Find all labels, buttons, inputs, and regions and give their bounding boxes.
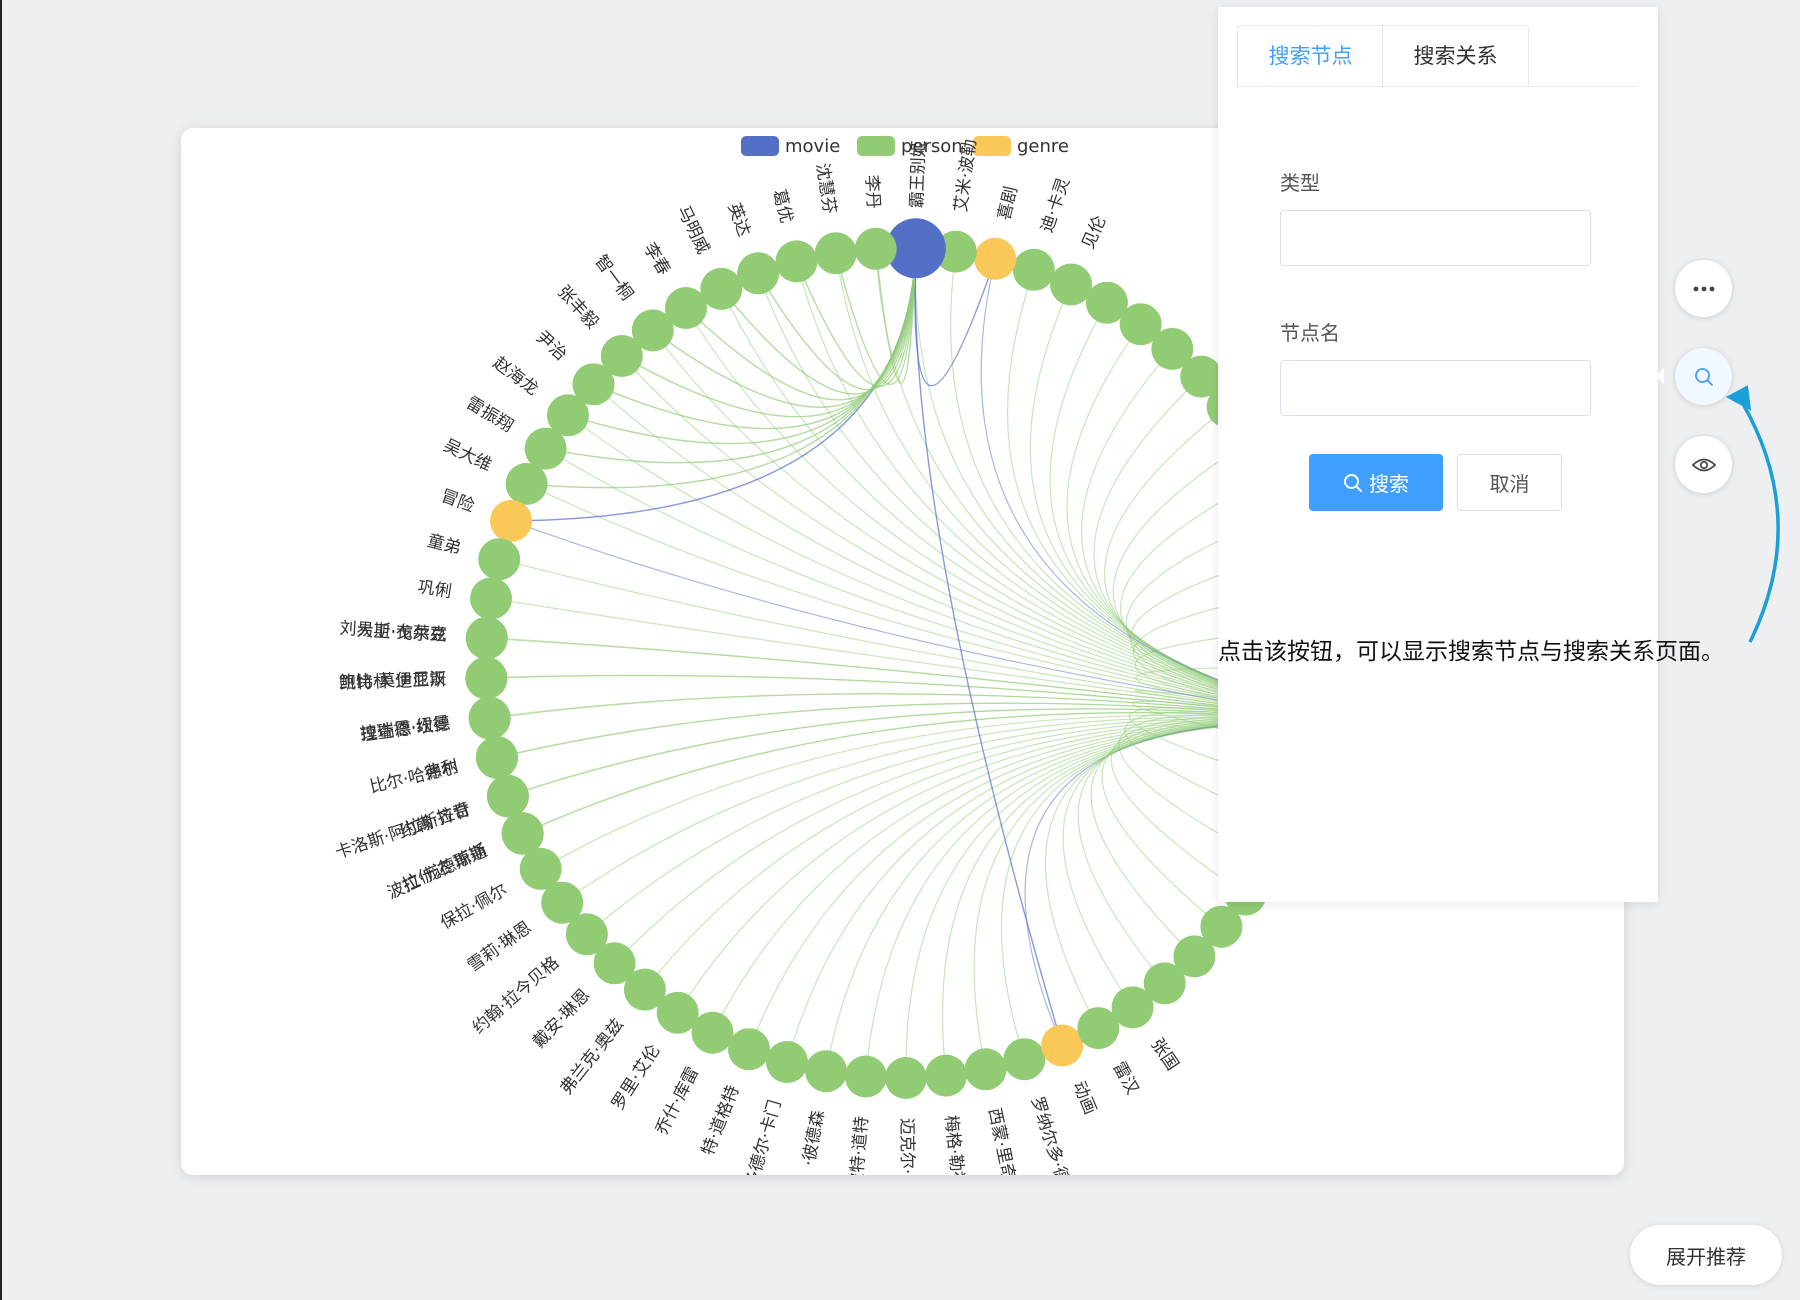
graph-node-label: 西蒙·里奇 xyxy=(984,1106,1019,1175)
graph-node-label: 大卫·戈尔兹 xyxy=(356,621,447,646)
graph-node[interactable] xyxy=(470,577,512,620)
graph-node-label: 乔什·库雷 xyxy=(652,1064,703,1138)
graph-node-label: 雪莉·琳恩 xyxy=(464,918,535,977)
graph-node[interactable] xyxy=(1012,248,1055,291)
graph-node-label: 约翰·齐甘 xyxy=(397,800,473,843)
graph-node-label: 迈克尔·阿恩 xyxy=(896,1118,917,1175)
annotation-arrow xyxy=(1725,385,1780,643)
graph-node-label: 张国 xyxy=(1147,1035,1183,1074)
graph-node-label: 喜剧 xyxy=(995,185,1022,223)
tab-search-node[interactable]: 搜索节点 xyxy=(1237,25,1384,86)
graph-node-label: 马明威 xyxy=(673,203,713,258)
graph-node-label: 李丹 xyxy=(861,174,883,209)
type-label: 类型 xyxy=(1280,171,1320,195)
graph-node-label: 巩俐 xyxy=(416,577,453,602)
graph-node[interactable] xyxy=(476,736,518,779)
graph-node-label: 多德尔·卡门 xyxy=(742,1098,786,1175)
graph-node[interactable] xyxy=(844,1055,887,1098)
window-edge xyxy=(0,0,2,1300)
node-name-input[interactable] xyxy=(1280,360,1591,416)
search-panel: 搜索节点 搜索关系 类型 节点名 搜索 取消 xyxy=(1218,7,1658,902)
graph-node-label: 霸王别姬 xyxy=(907,140,929,209)
legend-swatch[interactable] xyxy=(741,136,779,156)
graph-node-label: 罗里·艾伦 xyxy=(608,1041,664,1114)
graph-node-label: 戴安·琳恩 xyxy=(529,985,594,1052)
panel-pointer xyxy=(1655,368,1664,384)
search-button[interactable]: 搜索 xyxy=(1309,454,1443,511)
graph-node[interactable] xyxy=(501,812,544,855)
graph-node[interactable] xyxy=(465,617,508,660)
graph-node[interactable] xyxy=(524,427,567,470)
graph-node-label: 葛优 xyxy=(768,187,796,225)
graph-node-label: 冒险 xyxy=(438,486,477,516)
ellipsis-icon xyxy=(1693,286,1714,291)
graph-node-label: ·彼德森 xyxy=(799,1109,829,1168)
graph-node[interactable] xyxy=(1050,263,1093,306)
graph-node[interactable] xyxy=(974,237,1017,280)
graph-node-label: 雷振翔 xyxy=(463,393,517,436)
graph-node-label: 保拉·佩尔 xyxy=(437,880,511,934)
expand-recommend-button[interactable]: 展开推荐 xyxy=(1630,1225,1782,1285)
graph-node[interactable] xyxy=(775,240,818,283)
legend-swatch[interactable] xyxy=(857,136,895,156)
graph-node-label: 彼特·道特 xyxy=(846,1116,872,1175)
graph-node[interactable] xyxy=(478,538,521,581)
graph-node-label: 梅格·勒福夫 xyxy=(940,1114,970,1175)
graph-node-label: 张丰毅 xyxy=(553,282,602,333)
graph-node[interactable] xyxy=(737,252,780,295)
chart-legend[interactable]: movie person genre xyxy=(741,136,1069,157)
graph-node[interactable] xyxy=(1003,1038,1046,1081)
graph-node-label: 罗纳尔多·德尔·卡 xyxy=(1027,1094,1085,1175)
graph-node[interactable] xyxy=(884,1057,927,1099)
graph-node-label: 比尔·哈德尔 xyxy=(368,757,461,797)
legend-label: genre xyxy=(1017,136,1069,157)
graph-node-label: 见伦 xyxy=(1078,213,1110,252)
graph-node-label: 雷汉 xyxy=(1109,1059,1143,1098)
graph-node[interactable] xyxy=(490,499,533,542)
graph-node[interactable] xyxy=(1085,281,1128,324)
graph-node-label: 沈慧芬 xyxy=(812,162,840,216)
graph-node-label: 李春 xyxy=(639,240,674,279)
graph-node[interactable] xyxy=(854,227,897,270)
graph-node-label: 迪·卡灵 xyxy=(1037,175,1074,235)
node-name-label: 节点名 xyxy=(1280,321,1340,345)
graph-node-label: 英达 xyxy=(723,200,753,239)
graph-node[interactable] xyxy=(964,1048,1007,1091)
cancel-button[interactable]: 取消 xyxy=(1457,454,1562,511)
graph-node[interactable] xyxy=(766,1041,808,1083)
graph-node[interactable] xyxy=(805,1050,848,1093)
graph-link xyxy=(914,248,1063,1046)
graph-node-label: 赵海龙 xyxy=(489,353,542,399)
graph-node-label: 尹治 xyxy=(532,327,571,365)
graph-node-label: 童弟 xyxy=(425,531,463,559)
graph-node[interactable] xyxy=(691,1011,734,1054)
graph-node-label: 动画 xyxy=(1068,1078,1100,1117)
legend-label: movie xyxy=(785,136,840,157)
graph-node-label: 吴大维 xyxy=(440,436,495,476)
graph-node[interactable] xyxy=(1041,1024,1084,1067)
graph-node[interactable] xyxy=(505,462,548,505)
graph-node-label: 智一桐 xyxy=(590,252,637,305)
graph-node[interactable] xyxy=(814,232,857,275)
graph-node[interactable] xyxy=(728,1028,770,1071)
graph-node[interactable] xyxy=(465,657,508,700)
search-tabs: 搜索节点 搜索关系 xyxy=(1237,25,1637,87)
graph-node[interactable] xyxy=(487,775,529,818)
search-button-label: 搜索 xyxy=(1369,472,1409,496)
annotation-text: 点击该按钮，可以显示搜索节点与搜索关系页面。 xyxy=(1218,639,1724,665)
graph-node[interactable] xyxy=(468,697,511,740)
tab-search-relation[interactable]: 搜索关系 xyxy=(1382,25,1529,86)
graph-node[interactable] xyxy=(925,1054,967,1097)
graph-node-label: 特·道格特 xyxy=(698,1083,744,1159)
graph-node-label: 凯特林·迪亚斯 xyxy=(339,670,447,694)
graph-node[interactable] xyxy=(700,267,743,310)
more-button[interactable] xyxy=(1675,260,1732,317)
type-input[interactable] xyxy=(1280,210,1591,266)
search-icon xyxy=(1344,473,1362,492)
